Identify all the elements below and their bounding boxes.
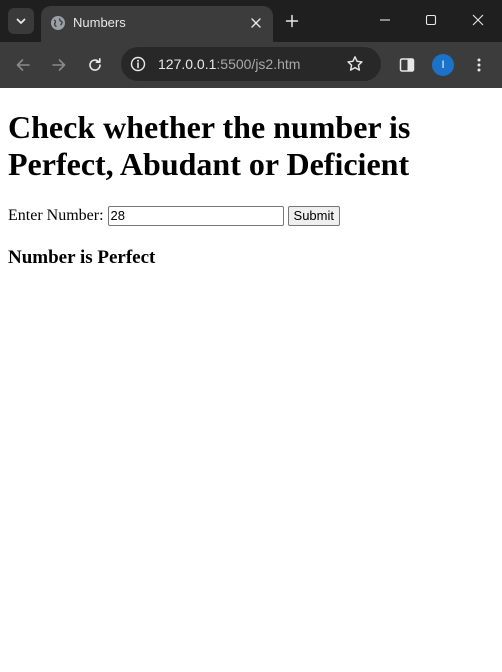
url-text[interactable]: 127.0.0.1:5500/js2.htm: [158, 56, 300, 72]
reload-icon: [89, 58, 101, 71]
window-maximize-button[interactable]: [408, 6, 454, 34]
url-host: 127.0.0.1: [158, 56, 217, 72]
page-heading: Check whether the number is Perfect, Abu…: [8, 109, 411, 182]
kebab-menu-icon: [477, 58, 481, 72]
maximize-icon: [425, 14, 437, 26]
tab-strip: Numbers: [0, 0, 502, 42]
browser-toolbar: 127.0.0.1:5500/js2.htm I: [0, 42, 502, 88]
tab-search-button[interactable]: [8, 8, 34, 34]
tab-title: Numbers: [73, 15, 126, 30]
info-icon: [130, 56, 146, 72]
side-panel-button[interactable]: [395, 53, 419, 77]
window-close-button[interactable]: [455, 6, 501, 34]
forward-button[interactable]: [47, 53, 71, 77]
reload-button[interactable]: [83, 53, 107, 77]
number-input[interactable]: [107, 206, 284, 226]
tab-numbers[interactable]: Numbers: [41, 6, 273, 42]
new-tab-button[interactable]: [282, 11, 302, 31]
url-path: :5500/js2.htm: [216, 56, 301, 72]
result-text: Number is Perfect: [8, 247, 156, 268]
close-icon: [251, 18, 261, 28]
submit-button[interactable]: Submit: [287, 206, 340, 226]
page-viewport: Check whether the number is Perfect, Abu…: [0, 88, 502, 672]
globe-icon: [51, 16, 65, 30]
browser-menu-button[interactable]: [467, 53, 491, 77]
plus-icon: [285, 14, 299, 28]
arrow-left-icon: [16, 59, 30, 71]
arrow-right-icon: [52, 59, 66, 71]
number-label: Enter Number:: [8, 207, 104, 224]
tab-close-button[interactable]: [247, 14, 265, 32]
page-body: Check whether the number is Perfect, Abu…: [0, 109, 502, 269]
browser-window: Numbers 127.0.0.1:5500/js2.htm I Check w…: [0, 0, 502, 672]
profile-avatar-button[interactable]: I: [432, 54, 454, 76]
site-info-button[interactable]: [129, 55, 147, 73]
minimize-icon: [380, 19, 390, 21]
side-panel-icon: [399, 58, 415, 72]
address-bar[interactable]: 127.0.0.1:5500/js2.htm: [121, 47, 381, 81]
star-icon: [347, 56, 363, 71]
number-form: Enter Number: Submit: [8, 205, 494, 227]
chevron-down-icon: [16, 18, 26, 24]
close-icon: [472, 14, 484, 26]
window-minimize-button[interactable]: [362, 6, 408, 34]
back-button[interactable]: [11, 53, 35, 77]
bookmark-button[interactable]: [346, 55, 364, 73]
